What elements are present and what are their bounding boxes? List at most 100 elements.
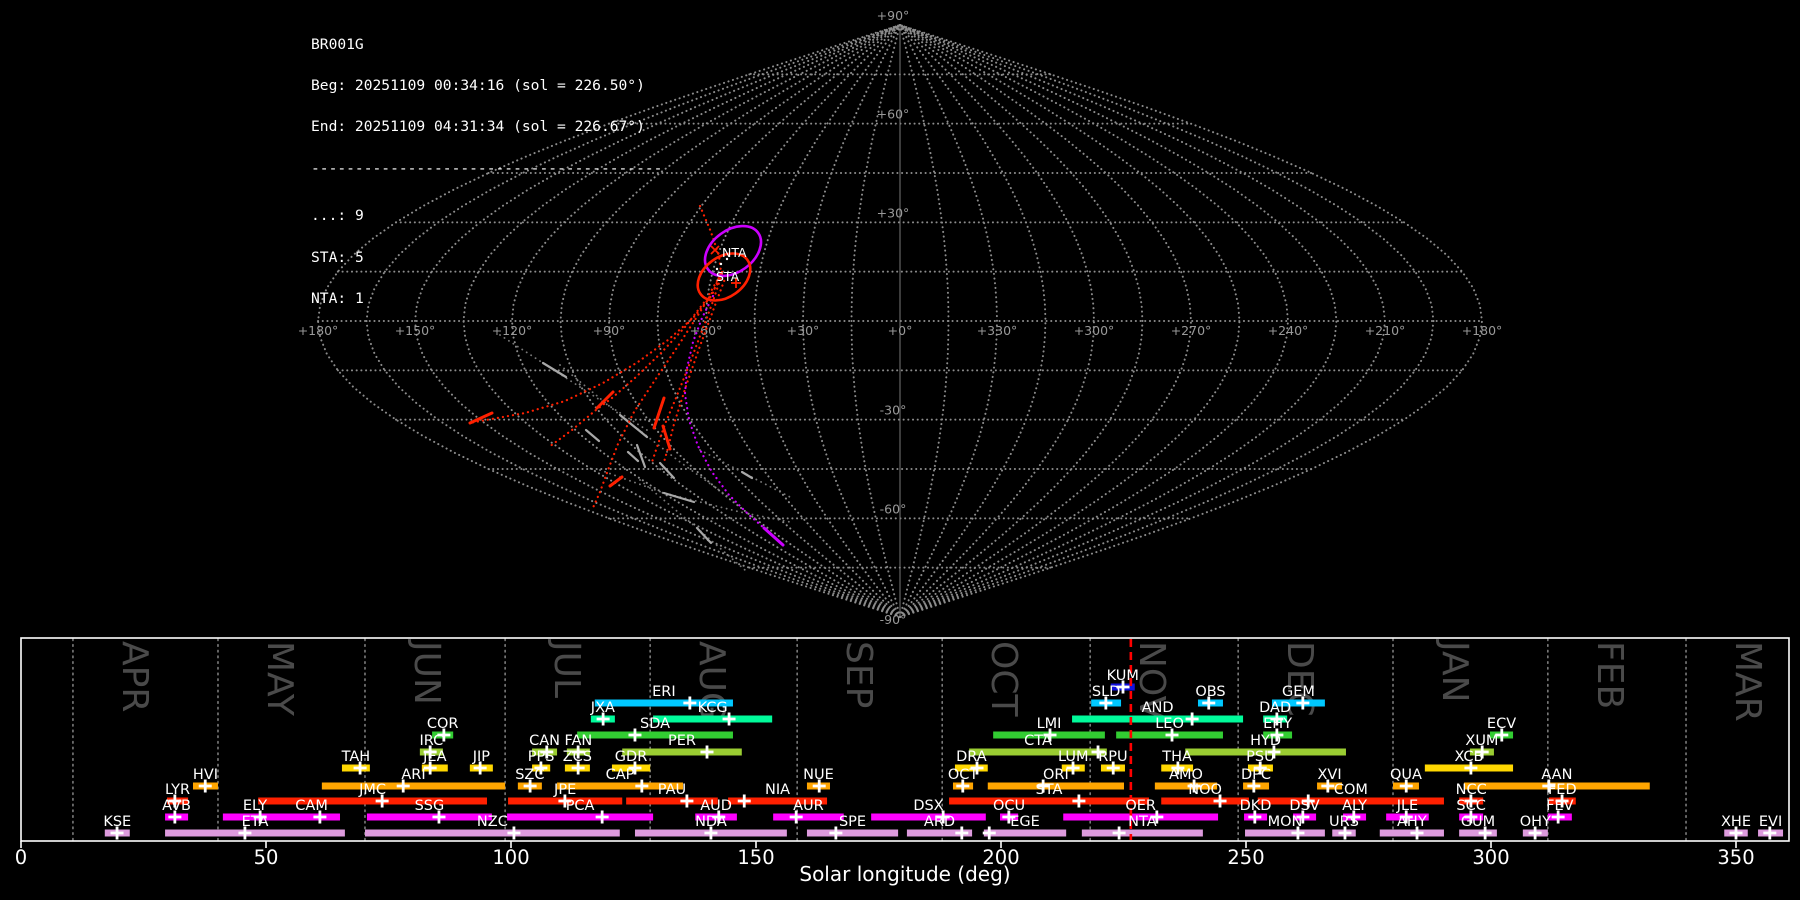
shower-code-label: JIP bbox=[472, 749, 491, 765]
shower-code-label: STA bbox=[1036, 782, 1063, 798]
shower-code-label: DAD bbox=[1259, 700, 1291, 716]
sporadic-meteor bbox=[658, 461, 676, 480]
month-label: FEB bbox=[1589, 641, 1630, 709]
count-sta-value: 5 bbox=[354, 248, 364, 266]
count-nta-label: NTA: bbox=[311, 289, 347, 307]
map-longitude-label: +180° bbox=[1462, 323, 1503, 338]
shower-code-label: DRA bbox=[956, 749, 987, 765]
shower-code-label: PPS bbox=[528, 749, 555, 765]
sporadic-meteor bbox=[662, 491, 696, 504]
shower-code-label: HYD bbox=[1250, 733, 1281, 749]
x-axis-tick-label: 350 bbox=[1717, 846, 1754, 869]
shower-code-label: NCC bbox=[1456, 782, 1487, 798]
map-longitude-label: +330° bbox=[977, 323, 1018, 338]
count-sporadic-value: 9 bbox=[354, 207, 364, 225]
shower-code-label: QUA bbox=[1390, 767, 1422, 783]
shower-code-label: LUM bbox=[1058, 749, 1088, 765]
shower-code-label: SZC bbox=[515, 767, 544, 783]
shower-code-label: KCG bbox=[698, 700, 728, 716]
shower-code-label: PCA bbox=[566, 798, 595, 814]
map-longitude-label: +300° bbox=[1074, 323, 1115, 338]
shower-code-label: MON bbox=[1268, 814, 1303, 830]
shower-activity-bar bbox=[806, 829, 899, 837]
shower-code-label: ORI bbox=[1043, 767, 1069, 783]
observation-begin: Beg: 20251109 00:34:16 (sol = 226.50°) bbox=[311, 76, 645, 94]
shower-meteor bbox=[652, 396, 666, 430]
shower-code-label: PSU bbox=[1246, 749, 1275, 765]
shower-activity-bar bbox=[364, 829, 620, 837]
x-axis-tick-label: 0 bbox=[15, 846, 27, 869]
shower-code-label: GDR bbox=[615, 749, 647, 765]
map-longitude-label: +60° bbox=[690, 323, 723, 338]
shower-code-label: THA bbox=[1161, 749, 1192, 765]
shower-code-label: CTA bbox=[1024, 733, 1052, 749]
shower-code-label: EGE bbox=[1010, 814, 1040, 830]
shower-code-label: RPU bbox=[1098, 749, 1127, 765]
map-latitude-label: -90° bbox=[880, 612, 907, 627]
shower-activity-bar bbox=[1161, 797, 1249, 805]
shower-code-label: ELY bbox=[243, 798, 267, 814]
map-latitude-label: -30° bbox=[880, 403, 907, 418]
shower-code-label: AUD bbox=[700, 798, 732, 814]
shower-meteor-trace bbox=[662, 274, 728, 464]
shower-activity-bar bbox=[507, 813, 654, 821]
shower-activity-bar bbox=[258, 797, 487, 805]
shower-code-label: JLE bbox=[1396, 798, 1419, 814]
x-axis-tick-label: 100 bbox=[492, 846, 529, 869]
map-longitude-label: +210° bbox=[1365, 323, 1406, 338]
shower-code-label: DSV bbox=[1289, 798, 1319, 814]
month-label: MAR bbox=[1727, 641, 1768, 722]
shower-code-label: DPC bbox=[1241, 767, 1271, 783]
sporadic-meteor bbox=[740, 470, 754, 480]
shower-code-label: CAM bbox=[295, 798, 328, 814]
shower-code-label: FAN bbox=[564, 733, 592, 749]
shower-code-label: AND bbox=[1142, 700, 1174, 716]
month-label: MAY bbox=[259, 641, 300, 717]
count-sporadic-label: ...: bbox=[311, 207, 347, 225]
count-sporadic: ...: 9 bbox=[311, 207, 662, 225]
x-axis-title: Solar longitude (deg) bbox=[799, 862, 1010, 886]
month-label: APR bbox=[114, 641, 155, 712]
shower-code-label: XUM bbox=[1465, 733, 1498, 749]
shower-code-label: TAH bbox=[341, 749, 371, 765]
shower-code-label: URS bbox=[1329, 814, 1359, 830]
shower-code-label: NTA bbox=[1128, 814, 1157, 830]
shower-code-label: SDA bbox=[640, 716, 670, 732]
shower-code-label: XCB bbox=[1454, 749, 1483, 765]
shower-code-label: KSE bbox=[103, 814, 131, 830]
shower-code-label: GUM bbox=[1461, 814, 1495, 830]
shower-code-label: XHE bbox=[1721, 814, 1751, 830]
sporadic-meteor bbox=[626, 450, 640, 463]
shower-activity-bar bbox=[1081, 829, 1203, 837]
shower-code-label: LMI bbox=[1037, 716, 1062, 732]
shower-activity-bar bbox=[577, 731, 733, 739]
sporadic-meteor-trace bbox=[599, 469, 791, 523]
radiant-map-and-activity-plot: +180° +150° +120° +90° +60° +30° +0° +330° +300°… bbox=[15, 8, 1790, 886]
shower-code-label: KUM bbox=[1107, 668, 1139, 684]
month-label: JUL bbox=[546, 639, 587, 698]
shower-code-label: GEM bbox=[1282, 684, 1315, 700]
x-axis-tick-label: 50 bbox=[254, 846, 279, 869]
shower-code-label: ERI bbox=[652, 684, 676, 700]
shower-code-label: DSX bbox=[913, 798, 943, 814]
shower-code-label: AUR bbox=[793, 798, 824, 814]
shower-activity-bar bbox=[949, 797, 1149, 805]
map-longitude-label: +270° bbox=[1171, 323, 1212, 338]
shower-code-label: JEA bbox=[422, 749, 446, 765]
map-latitude-label: +90° bbox=[877, 8, 910, 23]
map-longitude-label: +30° bbox=[787, 323, 820, 338]
shower-code-label: OCU bbox=[993, 798, 1025, 814]
sporadic-meteor bbox=[695, 526, 713, 545]
observation-end: End: 20251109 04:31:34 (sol = 226.67°) bbox=[311, 118, 645, 136]
sporadic-meteor bbox=[635, 443, 647, 469]
shower-code-label: AAN bbox=[1541, 767, 1572, 783]
separator-line: ---------------------------------------- bbox=[311, 159, 663, 177]
count-sta: STA: 5 bbox=[311, 248, 662, 266]
shower-activity-bar bbox=[366, 813, 492, 821]
shower-code-label: OER bbox=[1125, 798, 1156, 814]
shower-meteor bbox=[608, 475, 624, 488]
shower-code-label: JPE bbox=[553, 782, 576, 798]
month-label: JUN bbox=[406, 639, 447, 705]
map-meridian bbox=[899, 24, 1144, 618]
shower-code-label: FEV bbox=[1546, 798, 1574, 814]
